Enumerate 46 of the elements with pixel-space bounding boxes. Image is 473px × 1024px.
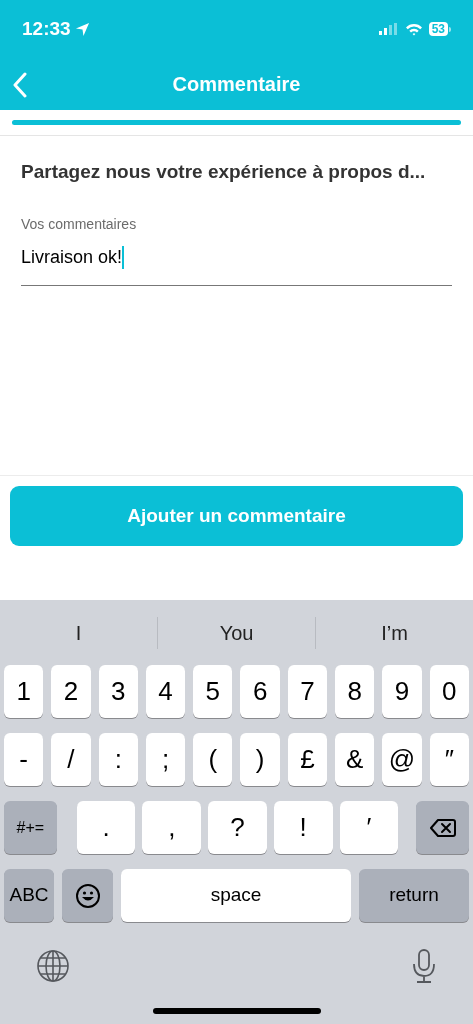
return-key[interactable]: return (359, 869, 469, 922)
battery-icon: 53 (428, 22, 448, 36)
suggestion[interactable]: You (219, 617, 254, 648)
delete-key[interactable] (416, 801, 469, 854)
location-arrow-icon (74, 21, 90, 37)
key[interactable]: 1 (4, 665, 44, 718)
key[interactable]: ! (273, 801, 333, 854)
screen-title: Commentaire (172, 72, 301, 97)
signal-icon (378, 23, 399, 35)
key[interactable]: 9 (382, 665, 422, 718)
emoji-key[interactable] (62, 869, 113, 922)
wifi-icon (404, 22, 423, 36)
abc-key[interactable]: ABC (4, 869, 54, 922)
key[interactable]: ′ (339, 801, 399, 854)
backspace-icon (429, 817, 456, 838)
key[interactable]: ″ (429, 733, 469, 786)
symbols-key[interactable]: #+= (4, 801, 57, 854)
key[interactable]: ) (240, 733, 280, 786)
key[interactable]: 3 (98, 665, 138, 718)
key[interactable]: 2 (51, 665, 91, 718)
key[interactable]: @ (382, 733, 422, 786)
key[interactable]: & (335, 733, 375, 786)
emoji-icon (74, 882, 101, 909)
key[interactable]: . (76, 801, 136, 854)
form-heading: Partagez nous votre expérience à propos d... (21, 160, 427, 184)
key[interactable]: 0 (429, 665, 469, 718)
key[interactable]: £ (287, 733, 328, 786)
key[interactable]: 5 (193, 665, 233, 718)
key[interactable]: ( (193, 733, 233, 786)
key[interactable]: : (98, 733, 138, 786)
key[interactable]: 8 (335, 665, 375, 718)
key[interactable]: 4 (145, 665, 186, 718)
globe-icon[interactable] (36, 949, 70, 983)
key[interactable]: - (4, 733, 44, 786)
key[interactable]: ; (145, 733, 186, 786)
key[interactable]: 7 (287, 665, 328, 718)
space-key[interactable]: space (121, 869, 351, 922)
status-time: 12:33 (22, 16, 71, 41)
key[interactable]: 6 (240, 665, 280, 718)
comment-field[interactable]: Vos commentaires Livraison ok! (21, 213, 452, 286)
suggestion[interactable]: I (75, 617, 82, 648)
key[interactable]: , (142, 801, 202, 854)
suggestion[interactable]: I’m (381, 617, 408, 648)
microphone-icon[interactable] (411, 948, 437, 984)
key[interactable]: ? (208, 801, 267, 854)
key[interactable]: / (51, 733, 91, 786)
